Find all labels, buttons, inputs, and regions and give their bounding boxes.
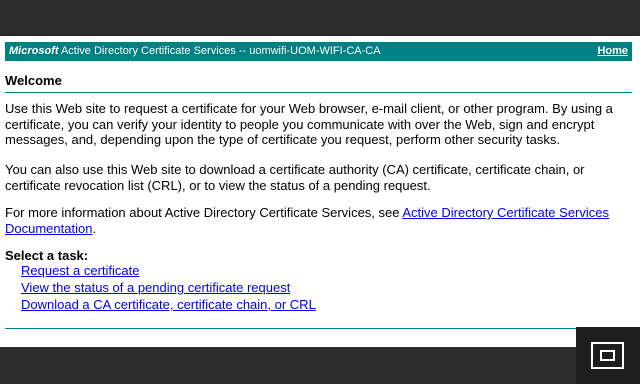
task-heading: Select a task: [5,248,89,263]
bottom-frame-bar [0,347,640,384]
fullscreen-toggle-button[interactable] [576,327,640,384]
intro-paragraph: Use this Web site to request a certifica… [5,101,613,147]
home-link[interactable]: Home [597,42,628,61]
more-info-suffix: . [92,220,97,236]
footer-divider [5,328,632,329]
top-frame-bar [0,0,640,36]
page-title: Welcome [5,73,62,88]
request-certificate-link[interactable]: Request a certificate [21,263,140,279]
more-info-paragraph: For more information about Active Direct… [5,205,630,236]
download-ca-certificate-link[interactable]: Download a CA certificate, certificate c… [21,297,316,313]
header-title: Active Directory Certificate Services --… [60,45,381,57]
web-page: Microsoft Active Directory Certificate S… [0,36,640,347]
view-pending-request-link[interactable]: View the status of a pending certificate… [21,280,290,296]
brand-name: Microsoft [9,45,59,57]
more-info-text: For more information about Active Direct… [5,205,403,220]
title-divider [5,92,632,93]
header-bar: Microsoft Active Directory Certificate S… [5,42,632,61]
inner-window-icon [600,350,615,361]
exit-fullscreen-icon [591,342,624,369]
download-paragraph: You can also use this Web site to downlo… [5,162,585,193]
